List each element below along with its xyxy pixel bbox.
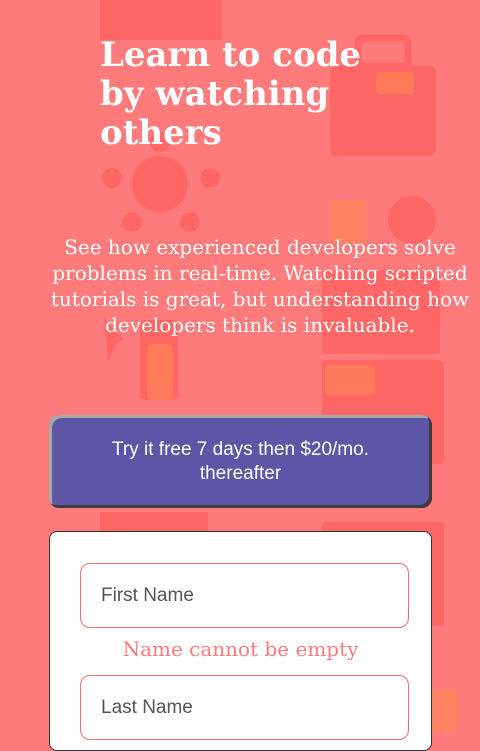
first-name-field[interactable] (80, 563, 409, 628)
last-name-field[interactable] (80, 675, 409, 740)
first-name-error: Name cannot be empty (122, 637, 359, 661)
signup-form: Name cannot be empty (49, 531, 432, 751)
free-trial-button-label: Try it free 7 days then $20/mo. thereaft… (112, 438, 369, 484)
hero-description: See how experienced developers solve pro… (50, 235, 470, 337)
free-trial-button[interactable]: Try it free 7 days then $20/mo. thereaft… (49, 415, 432, 508)
page-title: Learn to code by watching others (100, 35, 362, 153)
house-icon (100, 0, 222, 40)
